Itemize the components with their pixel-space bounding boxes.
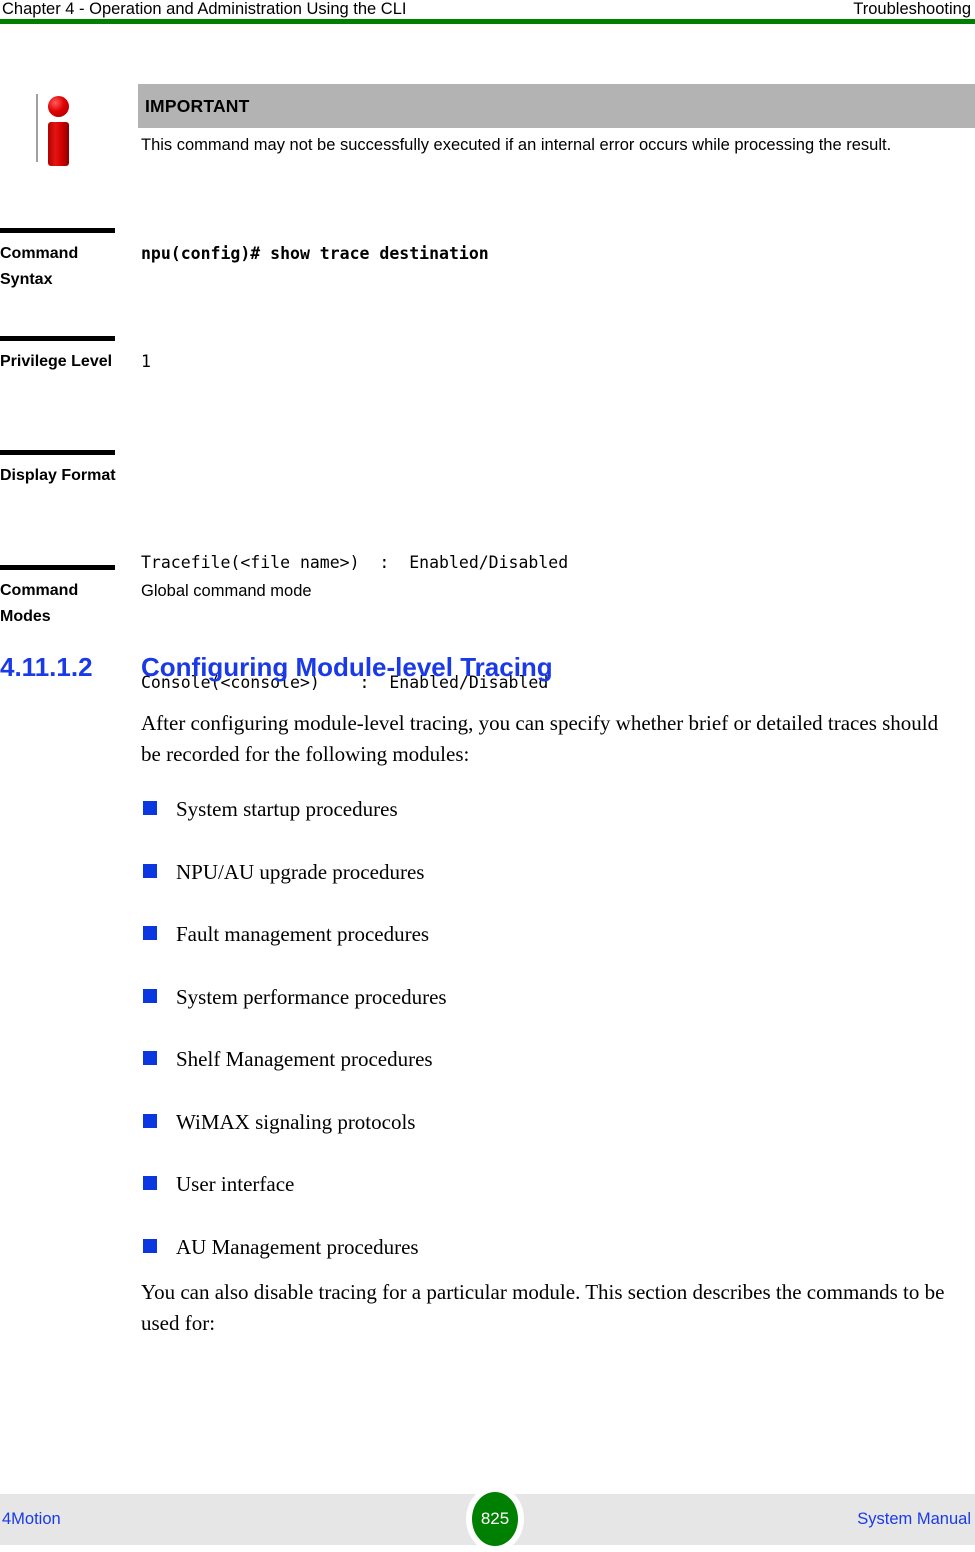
header-chapter-title: Chapter 4 - Operation and Administration… xyxy=(2,0,407,18)
bullet-square-icon xyxy=(143,863,157,878)
information-icon-stem xyxy=(48,122,69,166)
list-item-label: NPU/AU upgrade procedures xyxy=(176,859,425,884)
list-item: WiMAX signaling protocols xyxy=(141,1109,957,1172)
command-modes-row: Command Modes Global command mode xyxy=(0,565,975,635)
footer-document-name: System Manual xyxy=(857,1510,971,1528)
bullet-square-icon xyxy=(143,988,157,1003)
bullet-square-icon xyxy=(143,1238,157,1253)
section-heading: 4.11.1.2 Configuring Module-level Tracin… xyxy=(0,652,975,683)
command-syntax-rule xyxy=(0,228,115,233)
command-syntax-value: npu(config)# show trace destination xyxy=(141,244,489,263)
header-section-title: Troubleshooting xyxy=(853,0,971,18)
command-modes-label: Command Modes xyxy=(0,582,79,625)
command-modes-value: Global command mode xyxy=(141,582,312,600)
list-item: NPU/AU upgrade procedures xyxy=(141,859,957,922)
section-closing-paragraph: You can also disable tracing for a parti… xyxy=(141,1280,945,1335)
section-number: 4.11.1.2 xyxy=(0,652,93,682)
information-icon-rule xyxy=(36,94,38,162)
list-item: Fault management procedures xyxy=(141,921,957,984)
section-title: Configuring Module-level Tracing xyxy=(141,652,553,682)
bullet-square-icon xyxy=(143,801,157,815)
important-note-body: This command may not be successfully exe… xyxy=(141,136,892,154)
information-icon-dot xyxy=(48,96,69,117)
command-syntax-row: Command Syntax npu(config)# show trace d… xyxy=(0,228,975,333)
footer-product-name: 4Motion xyxy=(2,1510,61,1528)
list-item-label: System startup procedures xyxy=(176,797,398,821)
bullet-square-icon xyxy=(143,1113,157,1128)
display-format-row: Display Format Tracefile(<file name>) : … xyxy=(0,450,975,692)
section-intro-paragraph: After configuring module-level tracing, … xyxy=(141,711,939,766)
module-bullet-list: System startup procedures NPU/AU upgrade… xyxy=(141,796,957,1296)
list-item-label: AU Management procedures xyxy=(176,1234,419,1259)
bullet-square-icon xyxy=(143,1051,157,1065)
list-item: Shelf Management procedures xyxy=(141,1046,957,1109)
list-item-label: WiMAX signaling protocols xyxy=(176,1109,416,1134)
list-item: User interface xyxy=(141,1171,957,1234)
display-format-rule xyxy=(0,450,115,455)
display-format-label: Display Format xyxy=(0,467,116,484)
bullet-square-icon xyxy=(143,926,157,940)
privilege-level-rule xyxy=(0,336,115,341)
privilege-level-value: 1 xyxy=(141,352,151,371)
important-note-title-bar: IMPORTANT xyxy=(138,84,975,128)
privilege-level-label: Privilege Level xyxy=(0,353,113,370)
header-rule xyxy=(0,19,975,24)
list-item: System performance procedures xyxy=(141,984,957,1047)
bullet-square-icon xyxy=(143,1176,157,1190)
list-item-label: System performance procedures xyxy=(176,984,447,1009)
privilege-level-row: Privilege Level 1 xyxy=(0,336,975,441)
list-item-label: Fault management procedures xyxy=(176,922,430,946)
list-item-label: Shelf Management procedures xyxy=(176,1047,433,1071)
information-icon xyxy=(36,88,106,166)
command-modes-rule xyxy=(0,565,115,570)
list-item: System startup procedures xyxy=(141,796,957,859)
command-syntax-label: Command Syntax xyxy=(0,245,79,288)
list-item-label: User interface xyxy=(176,1172,295,1196)
important-note-title: IMPORTANT xyxy=(145,95,250,116)
page-number-badge: 825 xyxy=(466,1486,524,1552)
page-number: 825 xyxy=(480,1509,510,1528)
